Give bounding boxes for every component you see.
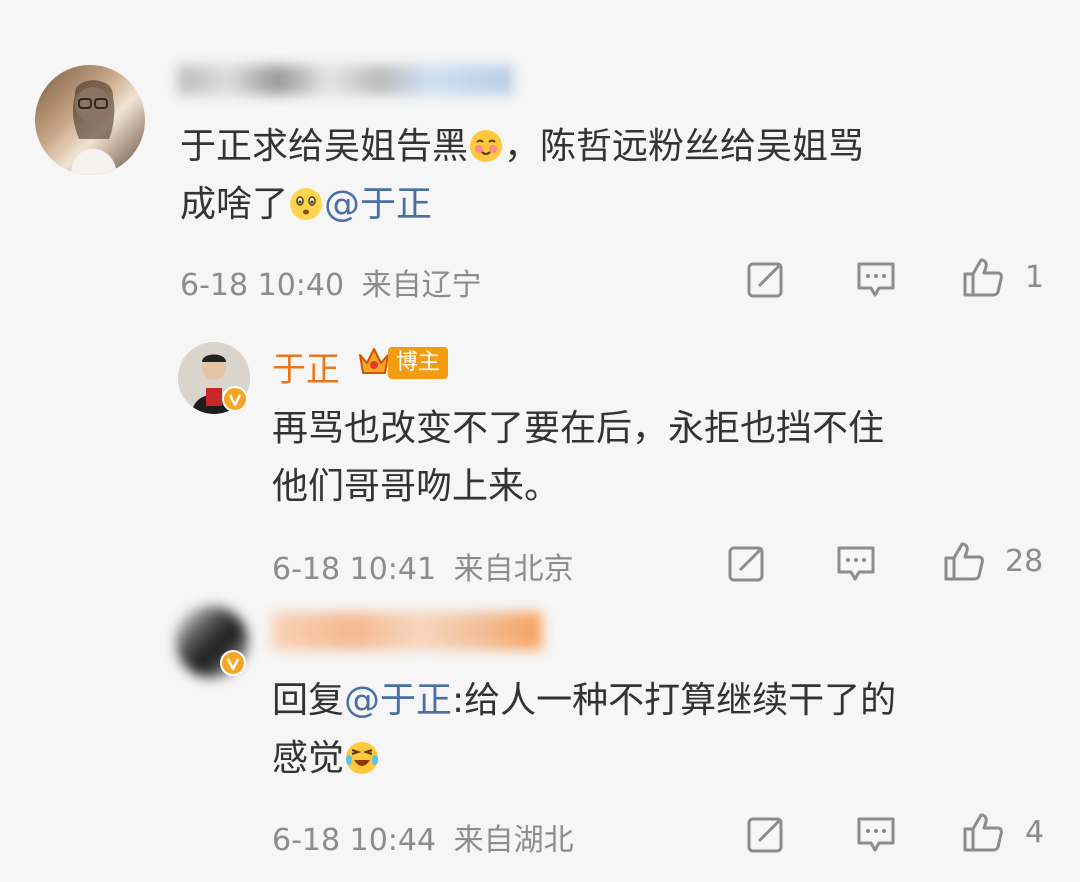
like-count: 28 [1005,544,1044,579]
timestamp: 6-18 10:40 [180,268,345,303]
like-count: 1 [1025,260,1045,295]
reply-text-part-a: :给人一种不打算继续干了的 [452,680,897,721]
comment-text-part-a: 于正求给吴姐告黑 [180,126,469,167]
location: 来自湖北 [453,823,574,858]
timestamp: 6-18 10:44 [272,823,437,858]
username-blurred-2[interactable] [272,612,542,650]
reply-text-1: 再骂也改变不了要在后，永拒也挡不住 他们哥哥吻上来。 [272,400,1062,516]
username-blurred-1[interactable] [178,65,513,95]
reply-line-2: 他们哥哥吻上来。 [272,466,561,507]
reply-meta-2: 6-18 10:44 来自湖北 [272,815,574,859]
like-icon[interactable] [962,811,1004,853]
comment-meta-1: 6-18 10:40 来自辽宁 [180,260,482,304]
reply-meta-1: 6-18 10:41 来自北京 [272,544,574,588]
crown-icon [359,348,389,374]
reply-prefix: 回复 [272,680,345,721]
reply-text-part-b: 感觉 [272,738,345,779]
reply-text-2: 回复@于正:给人一种不打算继续干了的 感觉 [272,672,1062,788]
emoji-surprised-icon [290,188,323,220]
reply-line-1: 再骂也改变不了要在后，永拒也挡不住 [272,408,885,449]
verified-icon [222,386,248,412]
like-icon[interactable] [962,256,1004,298]
location: 来自辽宁 [361,268,482,303]
share-icon[interactable] [745,813,787,855]
comment-text-part-c: 成啥了 [180,184,289,225]
share-icon[interactable] [726,542,768,584]
share-icon[interactable] [745,258,787,300]
emoji-blush-icon [470,130,503,162]
timestamp: 6-18 10:41 [272,552,437,587]
comment-text-1: 于正求给吴姐告黑 ，陈哲远粉丝给吴姐骂 成啥了 @于正 [180,118,1040,234]
mention-link[interactable]: @于正 [344,680,452,721]
location: 来自北京 [453,552,574,587]
avatar-commenter-1[interactable] [35,65,145,175]
like-count: 4 [1025,815,1045,850]
comment-icon[interactable] [855,813,897,855]
comment-icon[interactable] [855,258,897,300]
author-username[interactable]: 于正 [272,342,340,391]
emoji-laughing-icon [346,742,379,774]
comment-icon[interactable] [835,542,877,584]
author-badge: 博主 [388,347,449,379]
mention-link[interactable]: @于正 [324,184,432,225]
comment-text-part-b: ，陈哲远粉丝给吴姐骂 [504,126,865,167]
verified-icon [220,650,246,676]
like-icon[interactable] [943,540,985,582]
